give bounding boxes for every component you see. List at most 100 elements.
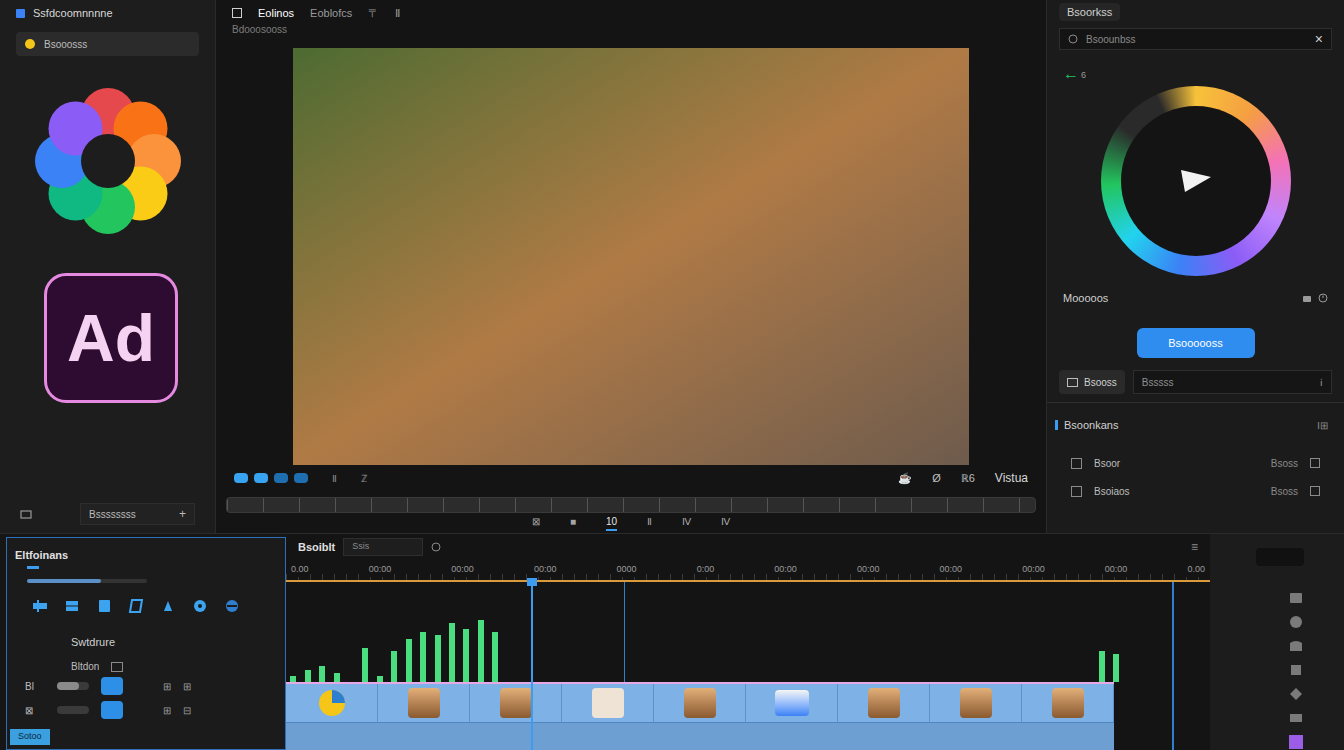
transport-button[interactable]: ■ (570, 515, 576, 531)
effect-icon[interactable] (127, 597, 145, 615)
playhead[interactable] (531, 582, 533, 750)
section-row[interactable]: BsoorBsoss (1047, 449, 1344, 477)
field-text[interactable]: Ssis (352, 540, 369, 554)
view-button[interactable] (234, 473, 248, 483)
ruler-label: 00:00 (1104, 563, 1129, 577)
lock-icon[interactable] (1302, 293, 1312, 303)
tool-icon[interactable] (1288, 710, 1304, 726)
play-icon[interactable] (1179, 168, 1213, 194)
target-icon[interactable] (431, 542, 441, 552)
clip-thumbnail (500, 688, 532, 718)
field-value[interactable]: Bsssss (1142, 375, 1174, 390)
transport-button[interactable]: Ⅱ (647, 515, 652, 531)
group-box-icon[interactable] (111, 662, 123, 672)
video-clip[interactable] (286, 684, 378, 722)
effect-icon[interactable] (31, 597, 49, 615)
project-dropdown[interactable]: Bsooosss (16, 32, 199, 56)
add-button[interactable]: + (179, 505, 186, 523)
color-ring[interactable] (1101, 86, 1291, 276)
project-panel: SsfdcoomnnnneBsooosssAdBssssssss+ (0, 0, 216, 533)
audio-peak (463, 629, 469, 682)
effect-icon[interactable] (95, 597, 113, 615)
scrubber[interactable] (226, 497, 1036, 513)
tool-icon[interactable] (1288, 638, 1304, 654)
back-button[interactable]: ← (1063, 66, 1079, 82)
peak-slot (878, 582, 892, 682)
effect-icon[interactable] (63, 597, 81, 615)
view-button[interactable] (274, 473, 288, 483)
row-edit-icon[interactable] (1310, 486, 1320, 496)
video-clip[interactable] (654, 684, 746, 722)
row-edit-icon[interactable] (1310, 458, 1320, 468)
video-clip[interactable] (470, 684, 562, 722)
video-track[interactable] (286, 682, 1114, 722)
effect-row[interactable]: ⊠⊞⊟ (7, 698, 285, 722)
viewer-control[interactable]: ☕ (898, 470, 912, 487)
close-button[interactable]: × (1315, 32, 1323, 46)
viewer-controls: Ⅱ ℤ ☕ Ø ℝ6 Vistua (216, 465, 1046, 491)
peak-slot (459, 582, 473, 682)
control-mark[interactable]: Ⅱ (332, 471, 337, 486)
peak-slot (1095, 582, 1109, 682)
row-value[interactable]: ⊟ (183, 703, 191, 718)
dropdown-value[interactable]: Bsooosss (44, 37, 87, 52)
menu-button[interactable]: ≡ (1191, 538, 1198, 556)
transport-button[interactable]: ⊠ (532, 515, 540, 531)
lower-track[interactable] (286, 722, 1114, 750)
row-value: Bsoss (1271, 456, 1298, 471)
viewer-control[interactable]: Vistua (995, 469, 1028, 487)
color-wheel[interactable] (1047, 86, 1344, 276)
viewer-control[interactable]: ℝ6 (961, 470, 975, 487)
peak-slot (676, 582, 690, 682)
playhead-handle[interactable] (527, 578, 537, 586)
tool-icon[interactable] (1288, 662, 1304, 678)
tool-icon[interactable] (1288, 614, 1304, 630)
badge-row: Sotoo (10, 722, 285, 746)
row-slider-track[interactable] (57, 682, 89, 690)
video-clip[interactable] (930, 684, 1022, 722)
row-slider-track[interactable] (57, 706, 89, 714)
viewer-tab[interactable]: Eoblofcs (310, 5, 352, 22)
section-tools[interactable]: Ⅰ⊞ (1317, 418, 1336, 433)
viewer-tab[interactable]: Eolinos (258, 5, 294, 22)
folder-icon[interactable] (20, 508, 32, 520)
footer-field[interactable]: Bssssssss+ (80, 503, 195, 525)
effect-icon[interactable] (191, 597, 209, 615)
viewer-control[interactable]: Ø (932, 470, 941, 487)
timeline-field[interactable]: Ssis (343, 538, 423, 556)
video-clip[interactable] (1022, 684, 1114, 722)
view-button[interactable] (254, 473, 268, 483)
row-value[interactable]: ⊞ (163, 679, 171, 694)
row-value[interactable]: ⊞ (183, 679, 191, 694)
apply-button[interactable]: Bsoooooss (1137, 328, 1255, 358)
effect-icon[interactable] (159, 597, 177, 615)
section-row[interactable]: BsoiaosBsoss (1047, 477, 1344, 505)
clock-icon[interactable] (1318, 293, 1328, 303)
video-clip[interactable] (838, 684, 930, 722)
search-input[interactable] (1086, 32, 1307, 47)
timeline-ruler[interactable]: 0.0000:0000:0000:0000000:0000:0000:0000:… (286, 560, 1210, 582)
viewer-tab[interactable]: 〒 (368, 5, 379, 22)
control-mark[interactable]: ℤ (361, 471, 367, 486)
peak-slot (1138, 582, 1152, 682)
field-button[interactable]: Bsooss (1059, 370, 1125, 394)
purple-swatch-icon[interactable] (1288, 734, 1304, 750)
view-button[interactable] (294, 473, 308, 483)
video-clip[interactable] (562, 684, 654, 722)
inspector-title: Bsoorkss (1059, 3, 1120, 22)
value-field[interactable]: Bsssssℹ (1133, 370, 1332, 394)
row-swatch[interactable] (101, 701, 123, 719)
row-swatch[interactable] (101, 677, 123, 695)
tool-icon[interactable] (1288, 686, 1304, 702)
video-clip[interactable] (378, 684, 470, 722)
transport-button[interactable]: Ⅳ (721, 515, 730, 531)
tool-icon[interactable] (1288, 590, 1304, 606)
viewer-tab[interactable]: Ⅱ (395, 5, 400, 22)
effect-row[interactable]: Bl⊞⊞ (7, 674, 285, 698)
effect-icon[interactable] (223, 597, 241, 615)
transport-button[interactable]: Ⅳ (682, 515, 691, 531)
transport-button[interactable]: 10 (606, 515, 617, 531)
video-clip[interactable] (746, 684, 838, 722)
audio-peak (319, 666, 325, 682)
row-value[interactable]: ⊞ (163, 703, 171, 718)
